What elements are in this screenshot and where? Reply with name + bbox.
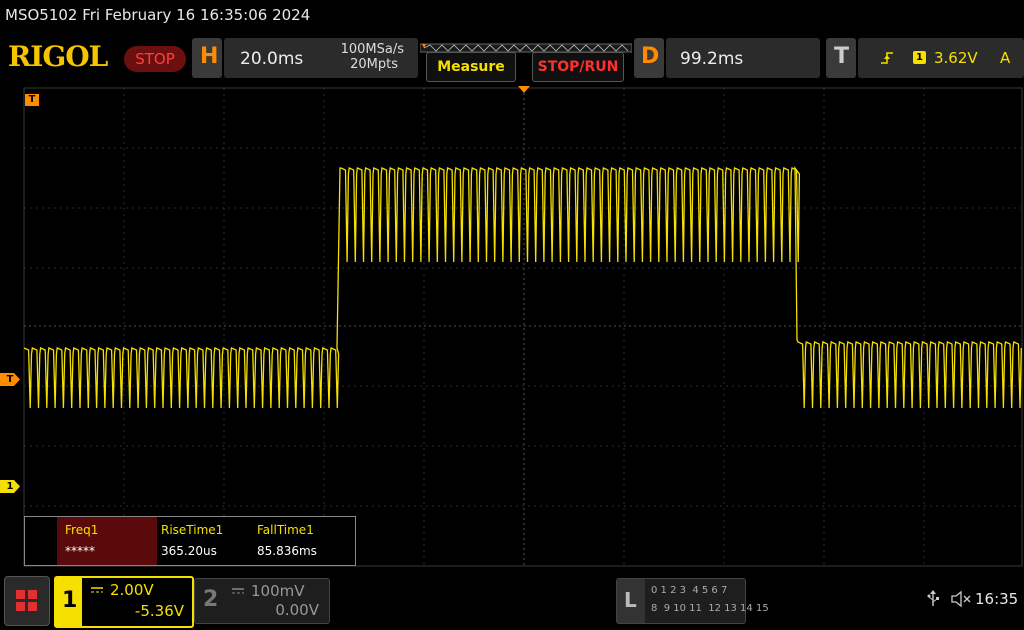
logic-channels-row1: 0 1 2 3 4 5 6 7 — [651, 585, 728, 596]
menu-button[interactable] — [4, 576, 50, 626]
horizontal-letter: H — [200, 44, 219, 69]
measurement-value: ***** — [65, 544, 95, 558]
ch1-scale: 2.00V — [110, 581, 154, 599]
timebase-value: 20.0ms — [240, 49, 304, 69]
horizontal-tab[interactable]: H — [192, 38, 222, 78]
ch2-scale: 100mV — [251, 582, 305, 600]
run-state-badge[interactable]: STOP — [124, 46, 186, 72]
logic-letter-box: L — [617, 579, 645, 623]
trigger-edge-icon — [881, 52, 893, 64]
ch1-offset: -5.36V — [134, 602, 184, 620]
sample-rate: 100MSa/s — [340, 42, 404, 57]
channel1-panel[interactable]: 1 2.00V -5.36V — [54, 576, 194, 628]
channel2-panel[interactable]: 2 100mV 0.00V — [194, 578, 330, 624]
dc-coupling-icon — [232, 588, 244, 594]
measurement-label: RiseTime1 — [161, 523, 224, 537]
measurement-value: 365.20us — [161, 544, 217, 558]
logic-panel[interactable]: L 0 1 2 3 4 5 6 7 8 9 10 11 12 13 14 15 — [616, 578, 769, 624]
trigger-tab[interactable]: T — [826, 38, 856, 78]
measurement-panel[interactable]: Freq1 ***** RiseTime1 365.20us FallTime1… — [24, 516, 356, 566]
measure-button[interactable]: Measure — [426, 52, 516, 82]
ch1-waveform — [23, 165, 1022, 409]
apps-grid-icon — [16, 590, 37, 611]
measurement-freq1[interactable]: Freq1 ***** — [57, 517, 157, 565]
ch2-number: 2 — [203, 587, 219, 612]
logic-channels-row2: 8 9 10 11 12 13 14 15 — [651, 603, 769, 614]
memory-depth: 20Mpts — [350, 57, 398, 72]
measurement-label: Freq1 — [65, 523, 99, 537]
trigger-source-badge: 1 — [913, 51, 926, 64]
delay-tab[interactable]: D — [634, 38, 664, 78]
clock: 16:35 — [975, 590, 1019, 608]
horizontal-panel[interactable]: 20.0ms 100MSa/s 20Mpts — [224, 38, 418, 78]
delay-letter: D — [641, 44, 660, 69]
memory-overview — [419, 38, 633, 53]
measurement-risetime1[interactable]: RiseTime1 365.20us — [153, 517, 249, 565]
trigger-level: 3.62V — [934, 49, 978, 67]
trigger-top-marker[interactable]: T — [25, 94, 39, 106]
trigger-mode: A — [1000, 49, 1011, 67]
usb-icon — [927, 590, 939, 606]
speaker-muted-icon[interactable] — [950, 590, 972, 608]
ch1-number: 1 — [62, 588, 78, 613]
stop-run-button[interactable]: STOP/RUN — [532, 52, 624, 82]
graticule — [23, 87, 1023, 567]
waveform-display[interactable] — [0, 84, 1024, 568]
ch1-number-box: 1 — [56, 578, 82, 626]
measurement-value: 85.836ms — [257, 544, 317, 558]
measurement-label: FallTime1 — [257, 523, 314, 537]
delay-panel[interactable]: 99.2ms — [666, 38, 820, 78]
rigol-logo: RIGOL — [8, 40, 108, 73]
trigger-letter: T — [834, 44, 850, 69]
measurement-falltime1[interactable]: FallTime1 85.836ms — [249, 517, 349, 565]
delay-value: 99.2ms — [680, 49, 744, 69]
trigger-position-marker[interactable] — [518, 86, 530, 93]
status-bar: MSO5102 Fri February 16 16:35:06 2024 — [0, 0, 1024, 34]
ch2-offset: 0.00V — [275, 601, 319, 619]
dc-coupling-icon — [91, 587, 103, 593]
trigger-panel[interactable]: 1 3.62V A — [858, 38, 1024, 78]
model-datetime: MSO5102 Fri February 16 16:35:06 2024 — [5, 6, 311, 24]
logic-letter: L — [624, 588, 637, 612]
